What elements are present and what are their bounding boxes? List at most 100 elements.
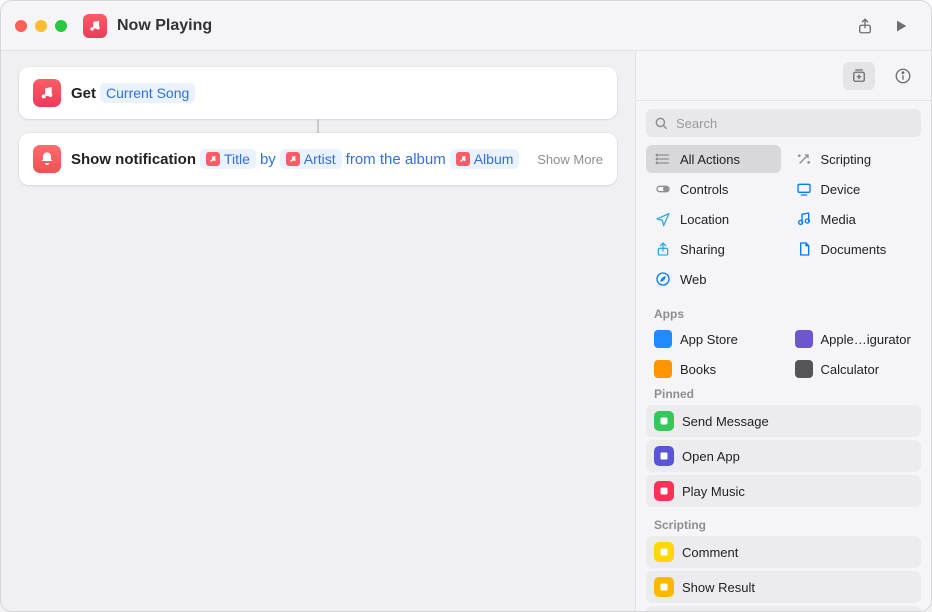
action-label: Show notification xyxy=(71,151,196,168)
action-text: Show notification Title by Artist from t… xyxy=(71,149,519,169)
safari-icon xyxy=(654,270,672,288)
action-library-sidebar: All Actions Scripting Controls Device Locati… xyxy=(635,51,931,611)
category-web[interactable]: Web xyxy=(646,265,781,293)
category-scripting[interactable]: Scripting xyxy=(787,145,922,173)
pinned-play-music[interactable]: Play Music xyxy=(646,475,921,507)
category-controls[interactable]: Controls xyxy=(646,175,781,203)
shortcut-icon xyxy=(83,14,107,38)
sidebar-toolbar xyxy=(636,51,931,101)
category-all-actions[interactable]: All Actions xyxy=(646,145,781,173)
pinned-list: Send Message Open App Play Music xyxy=(646,405,921,507)
variable-token-artist[interactable]: Artist xyxy=(280,149,342,169)
nav-icon xyxy=(654,210,672,228)
scripting-show-result[interactable]: Show Result xyxy=(646,571,921,603)
sidebar-scroll[interactable]: All Actions Scripting Controls Device Locati… xyxy=(636,145,931,611)
page-title: Now Playing xyxy=(117,17,212,35)
note-icon xyxy=(795,210,813,228)
connector xyxy=(317,119,319,133)
action-show-notification[interactable]: Show notification Title by Artist from t… xyxy=(19,133,617,185)
zoom-button[interactable] xyxy=(55,20,67,32)
text-by: by xyxy=(260,151,276,168)
variable-token-album[interactable]: Album xyxy=(450,149,520,169)
action-icon xyxy=(654,411,674,431)
item-label: Play Music xyxy=(682,484,745,499)
notification-icon xyxy=(33,145,61,173)
run-button[interactable] xyxy=(885,12,917,40)
app-label: Apple…igurator xyxy=(821,332,911,347)
category-label: Location xyxy=(680,212,729,227)
category-device[interactable]: Device xyxy=(787,175,922,203)
apps-grid: App Store Apple…igurator Books Calculator xyxy=(646,325,921,379)
close-button[interactable] xyxy=(15,20,27,32)
category-media[interactable]: Media xyxy=(787,205,922,233)
category-label: Documents xyxy=(821,242,887,257)
action-icon xyxy=(654,446,674,466)
text-from-album: from the album xyxy=(346,151,446,168)
category-label: Controls xyxy=(680,182,728,197)
app-label: App Store xyxy=(680,332,738,347)
library-toggle-button[interactable] xyxy=(843,62,875,90)
action-get-current-song[interactable]: Get Current Song xyxy=(19,67,617,119)
category-grid: All Actions Scripting Controls Device Locati… xyxy=(646,145,921,293)
app-icon xyxy=(654,330,672,348)
app-icon xyxy=(654,360,672,378)
music-icon xyxy=(33,79,61,107)
music-mini-icon xyxy=(286,152,300,166)
music-mini-icon xyxy=(456,152,470,166)
category-documents[interactable]: Documents xyxy=(787,235,922,263)
section-header-scripting: Scripting xyxy=(646,510,921,536)
search-input[interactable] xyxy=(646,109,921,137)
category-sharing[interactable]: Sharing xyxy=(646,235,781,263)
action-icon xyxy=(654,542,674,562)
pinned-open-app[interactable]: Open App xyxy=(646,440,921,472)
app-calculator[interactable]: Calculator xyxy=(787,355,922,379)
info-button[interactable] xyxy=(887,62,919,90)
category-label: Scripting xyxy=(821,152,872,167)
item-label: Send Message xyxy=(682,414,769,429)
category-location[interactable]: Location xyxy=(646,205,781,233)
workflow-editor[interactable]: Get Current Song Show notification Title xyxy=(1,51,635,611)
item-label: Open App xyxy=(682,449,740,464)
list-icon xyxy=(654,150,672,168)
music-mini-icon xyxy=(206,152,220,166)
action-icon xyxy=(654,481,674,501)
category-label: Web xyxy=(680,272,707,287)
scripting-list: CommentShow ResultShow AlertAsk for Inpu… xyxy=(646,536,921,611)
category-label: Device xyxy=(821,182,861,197)
section-header-pinned: Pinned xyxy=(646,379,921,405)
minimize-button[interactable] xyxy=(35,20,47,32)
item-label: Show Result xyxy=(682,580,755,595)
action-icon xyxy=(654,577,674,597)
scripting-show-alert[interactable]: Show Alert xyxy=(646,606,921,611)
share-button[interactable] xyxy=(849,12,881,40)
category-label: Sharing xyxy=(680,242,725,257)
content-area: Get Current Song Show notification Title xyxy=(1,51,931,611)
display-icon xyxy=(795,180,813,198)
search-container xyxy=(636,101,931,145)
titlebar: Now Playing xyxy=(1,1,931,51)
action-label: Get xyxy=(71,85,96,102)
switch-icon xyxy=(654,180,672,198)
app-window: Now Playing Get Current Song xyxy=(0,0,932,612)
app-apple-igurator[interactable]: Apple…igurator xyxy=(787,325,922,353)
share-icon xyxy=(654,240,672,258)
variable-token-title[interactable]: Title xyxy=(200,149,256,169)
app-label: Books xyxy=(680,362,716,377)
window-controls xyxy=(15,20,67,32)
scripting-comment[interactable]: Comment xyxy=(646,536,921,568)
doc-icon xyxy=(795,240,813,258)
app-label: Calculator xyxy=(821,362,880,377)
category-label: Media xyxy=(821,212,856,227)
wand-icon xyxy=(795,150,813,168)
section-header-apps: Apps xyxy=(646,299,921,325)
app-icon xyxy=(795,330,813,348)
pinned-send-message[interactable]: Send Message xyxy=(646,405,921,437)
action-text: Get Current Song xyxy=(71,83,195,103)
app-icon xyxy=(795,360,813,378)
item-label: Comment xyxy=(682,545,738,560)
category-label: All Actions xyxy=(680,152,740,167)
app-app-store[interactable]: App Store xyxy=(646,325,781,353)
show-more-button[interactable]: Show More xyxy=(537,152,603,167)
app-books[interactable]: Books xyxy=(646,355,781,379)
variable-token-current-song[interactable]: Current Song xyxy=(100,83,195,103)
